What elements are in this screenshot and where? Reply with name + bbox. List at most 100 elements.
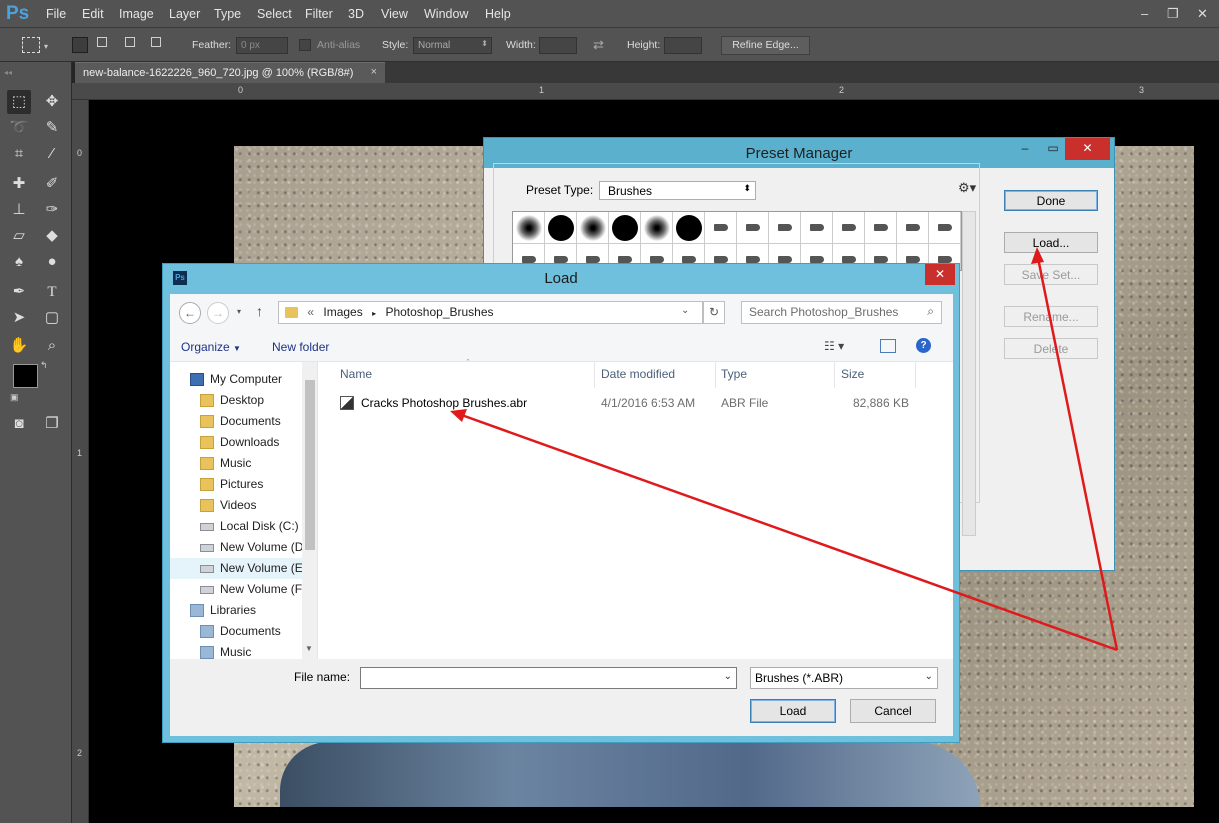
tree-item[interactable]: Downloads <box>170 432 302 453</box>
brush-preset-cell[interactable] <box>609 212 641 244</box>
history-brush-tool-icon[interactable]: ✑ <box>40 198 64 222</box>
subtract-selection-icon[interactable] <box>125 37 135 47</box>
menu-layer[interactable]: Layer <box>169 7 200 21</box>
delete-button[interactable]: Delete <box>1004 338 1098 359</box>
menu-3d[interactable]: 3D <box>348 7 364 21</box>
address-dropdown-icon[interactable]: ⌄ <box>681 305 689 316</box>
dodge-tool-icon[interactable]: ● <box>40 250 64 274</box>
brush-preset-cell[interactable] <box>673 212 705 244</box>
menu-image[interactable]: Image <box>119 7 154 21</box>
menu-file[interactable]: File <box>46 7 66 21</box>
brush-tool-icon[interactable]: ✐ <box>40 172 64 196</box>
move-tool-icon[interactable]: ✥ <box>40 90 64 114</box>
up-icon[interactable]: ↑ <box>256 303 263 319</box>
chevron-down-icon[interactable]: ▾ <box>44 42 48 51</box>
tree-item[interactable]: Libraries <box>170 600 302 621</box>
brush-preset-cell[interactable] <box>865 212 897 244</box>
column-separator[interactable] <box>915 362 916 388</box>
eyedropper-tool-icon[interactable]: ⁄ <box>40 142 64 166</box>
tree-item[interactable]: New Volume (D <box>170 537 302 558</box>
rename-button[interactable]: Rename... <box>1004 306 1098 327</box>
close-tab-icon[interactable]: × <box>371 66 377 78</box>
brush-preset-cell[interactable] <box>801 212 833 244</box>
path-selection-tool-icon[interactable]: ➤ <box>7 306 31 330</box>
menu-edit[interactable]: Edit <box>82 7 104 21</box>
preset-grid-scrollbar[interactable] <box>962 211 976 536</box>
tree-item[interactable]: Documents <box>170 411 302 432</box>
brush-preset-cell[interactable] <box>577 212 609 244</box>
column-separator[interactable] <box>715 362 716 388</box>
swap-colors-icon[interactable]: ↰ <box>40 360 48 371</box>
crop-tool-icon[interactable]: ⌗ <box>7 142 31 166</box>
file-row[interactable]: Cracks Photoshop Brushes.abr 4/1/2016 6:… <box>336 392 926 414</box>
recent-locations-icon[interactable]: ▾ <box>237 307 241 316</box>
rectangle-tool-icon[interactable]: ▢ <box>40 306 64 330</box>
close-icon[interactable]: ✕ <box>1197 6 1208 22</box>
healing-brush-tool-icon[interactable]: ✚ <box>7 172 31 196</box>
height-input[interactable] <box>664 37 702 54</box>
antialias-checkbox[interactable] <box>299 39 311 51</box>
tree-item[interactable]: Documents <box>170 621 302 642</box>
gear-icon[interactable]: ⚙▾ <box>958 180 976 196</box>
marquee-tool-preset-icon[interactable] <box>22 37 40 53</box>
organize-button[interactable]: Organize ▼ <box>181 340 241 354</box>
intersect-selection-icon[interactable] <box>151 37 161 47</box>
paint-bucket-tool-icon[interactable]: ◆ <box>40 224 64 248</box>
preset-type-select[interactable]: Brushes ⬍ <box>599 181 756 200</box>
new-folder-button[interactable]: New folder <box>272 340 329 354</box>
brush-preset-cell[interactable] <box>737 212 769 244</box>
menu-select[interactable]: Select <box>257 7 292 21</box>
column-date-modified[interactable]: Date modified <box>601 367 675 381</box>
refine-edge-button[interactable]: Refine Edge... <box>721 36 810 55</box>
load-button[interactable]: Load... <box>1004 232 1098 253</box>
load-dialog-cancel-button[interactable]: Cancel <box>850 699 936 723</box>
column-separator[interactable] <box>834 362 835 388</box>
forward-icon[interactable]: → <box>207 302 229 324</box>
brush-preset-cell[interactable] <box>641 212 673 244</box>
address-bar[interactable]: « Images ▸ Photoshop_Brushes ⌄ <box>278 301 703 324</box>
pm-minimize-icon[interactable]: – <box>1011 138 1039 160</box>
brush-preset-cell[interactable] <box>513 212 545 244</box>
menu-view[interactable]: View <box>381 7 408 21</box>
file-type-select[interactable]: Brushes (*.ABR) ⌄ <box>750 667 938 689</box>
brush-preset-grid[interactable] <box>512 211 962 271</box>
default-colors-icon[interactable]: ▣ <box>10 392 19 403</box>
document-tab[interactable]: new-balance-1622226_960_720.jpg @ 100% (… <box>75 62 385 83</box>
column-type[interactable]: Type <box>721 367 747 381</box>
brush-preset-cell[interactable] <box>769 212 801 244</box>
column-size[interactable]: Size <box>841 367 864 381</box>
view-options-icon[interactable]: ☷ ▾ <box>824 339 844 353</box>
tree-item[interactable]: Pictures <box>170 474 302 495</box>
menu-type[interactable]: Type <box>214 7 241 21</box>
new-selection-icon[interactable] <box>72 37 88 53</box>
pen-tool-icon[interactable]: ✒ <box>7 280 31 304</box>
add-selection-icon[interactable] <box>97 37 107 47</box>
column-name[interactable]: Name <box>340 367 372 381</box>
rectangular-marquee-tool-icon[interactable]: ⬚ <box>7 90 31 114</box>
tree-item[interactable]: New Volume (E <box>170 558 302 579</box>
tree-item[interactable]: Music <box>170 453 302 474</box>
scroll-thumb[interactable] <box>305 380 315 550</box>
breadcrumb-overflow[interactable]: « <box>307 305 314 319</box>
pm-maximize-icon[interactable]: ▭ <box>1039 138 1067 160</box>
pm-close-icon[interactable]: ✕ <box>1065 138 1110 160</box>
zoom-tool-icon[interactable]: ⌕ <box>40 334 64 358</box>
brush-preset-cell[interactable] <box>705 212 737 244</box>
eraser-tool-icon[interactable]: ▱ <box>7 224 31 248</box>
chevron-down-icon[interactable]: ⌄ <box>724 671 732 682</box>
scroll-down-icon[interactable]: ▼ <box>305 644 313 653</box>
brush-preset-cell[interactable] <box>929 212 961 244</box>
collapse-panel-icon[interactable]: ◂◂ <box>4 68 12 77</box>
done-button[interactable]: Done <box>1004 190 1098 211</box>
load-dialog-load-button[interactable]: Load <box>750 699 836 723</box>
search-icon[interactable]: ⌕ <box>927 304 934 319</box>
width-input[interactable] <box>539 37 577 54</box>
maximize-icon[interactable]: ❐ <box>1167 6 1179 22</box>
brush-preset-cell[interactable] <box>897 212 929 244</box>
back-icon[interactable]: ← <box>179 302 201 324</box>
tree-item[interactable]: Desktop <box>170 390 302 411</box>
hand-tool-icon[interactable]: ✋ <box>7 334 31 358</box>
feather-input[interactable]: 0 px <box>236 37 288 54</box>
minimize-icon[interactable]: – <box>1141 6 1148 21</box>
lasso-tool-icon[interactable]: ➰ <box>7 116 31 140</box>
